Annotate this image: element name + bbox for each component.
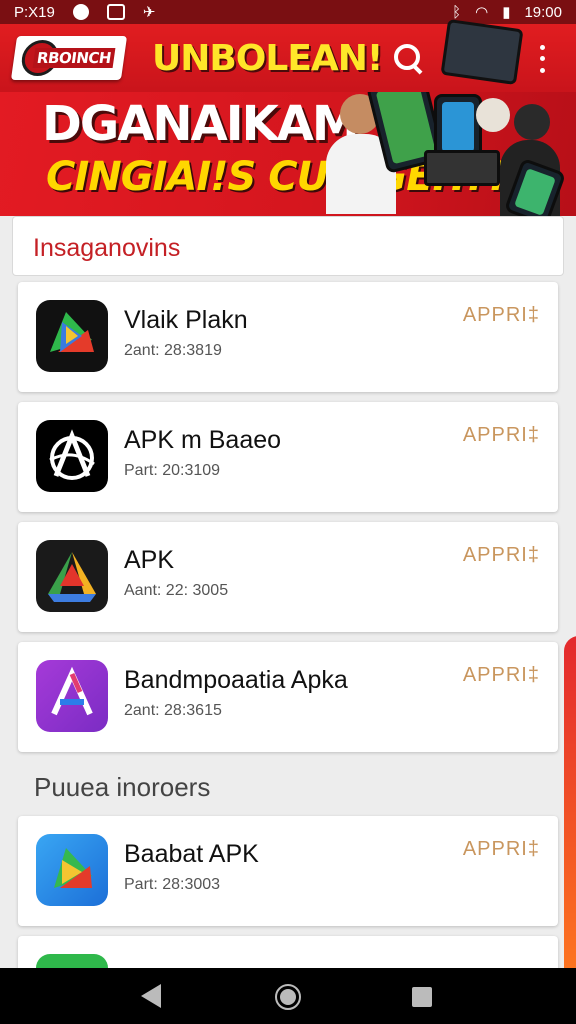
back-icon[interactable] [141, 984, 161, 1008]
section-title-secondary: Puuea inoroers [34, 772, 211, 802]
blue-play-icon [36, 834, 108, 906]
section-header: Insaganovins [12, 216, 564, 276]
app-meta: Part: 20:3109 [124, 462, 221, 479]
green-app-icon [36, 954, 108, 968]
app-title: UNBOLEAN! [152, 38, 383, 79]
app-name: Bandmpoaatia Apka [124, 666, 348, 694]
app-card[interactable]: APK Aant: 22: 3005 APPRI‡ [18, 522, 558, 632]
app-name: APK [124, 546, 175, 574]
app-name: Vlaik Plakn [124, 306, 248, 334]
recents-icon[interactable] [412, 987, 432, 1007]
app-meta: Part: 28:3003 [124, 876, 221, 893]
app-name: Baabat APK [124, 840, 259, 868]
content-panel: Insaganovins Vlaik Plakn 2ant: 28:3819 A… [0, 216, 576, 968]
black-a-logo-icon [36, 420, 108, 492]
section-title: Insaganovins [33, 234, 181, 262]
logo-text: RBOINCH [32, 48, 116, 68]
app-meta: 2ant: 28:3615 [124, 702, 222, 719]
app-card[interactable]: Vlaik Plakn 2ant: 28:3819 APPRI‡ [18, 282, 558, 392]
status-time: P:X19 [14, 3, 55, 21]
notification-icon [72, 4, 89, 20]
app-card[interactable]: APK m Baaeo Part: 20:3109 APPRI‡ [18, 402, 558, 512]
bluetooth-icon: ᛒ [452, 3, 462, 21]
app-card[interactable]: Baabat APK Part: 28:3003 APPRI‡ [18, 816, 558, 926]
status-bar: P:X19 ✈ ᛒ ◠ ▮ 19:00 [0, 0, 576, 24]
triangle-drive-icon [36, 540, 108, 612]
search-button[interactable] [390, 40, 426, 76]
banner-headline: DGANAIKAM [42, 96, 360, 152]
app-action-button[interactable]: APPRI‡ [463, 838, 540, 861]
gallery-icon [106, 4, 125, 20]
app-action-button[interactable]: APPRI‡ [463, 304, 540, 327]
signal-icon: ▮ [502, 4, 511, 21]
overflow-menu-button[interactable] [530, 42, 554, 76]
menu-dot-icon [539, 45, 545, 51]
app-card[interactable]: Bandmpoaatia Apka 2ant: 28:3615 APPRI‡ [18, 642, 558, 752]
app-meta: Aant: 22: 3005 [124, 582, 229, 599]
purple-a-icon [36, 660, 108, 732]
plane-icon: ✈ [142, 4, 156, 21]
promo-banner[interactable]: DGANAIKAM CINGIAI!S CUINGEH?? [0, 92, 576, 216]
app-meta: 2ant: 28:3819 [124, 342, 222, 359]
app-action-button[interactable]: APPRI‡ [463, 664, 540, 687]
app-logo[interactable]: RBOINCH [10, 36, 128, 80]
app-action-button[interactable]: APPRI‡ [463, 424, 540, 447]
app-card-partial[interactable] [18, 936, 558, 968]
green-play-arrow-icon [36, 300, 108, 372]
app-bar: RBOINCH UNBOLEAN! [0, 18, 576, 92]
nav-bar [0, 968, 576, 1024]
wifi-icon: ◠ [475, 4, 489, 21]
app-name: APK m Baaeo [124, 426, 282, 454]
home-icon[interactable] [275, 984, 301, 1010]
app-action-button[interactable]: APPRI‡ [463, 544, 540, 567]
tablet-illustration [440, 18, 524, 86]
status-clock: 19:00 [524, 3, 562, 21]
